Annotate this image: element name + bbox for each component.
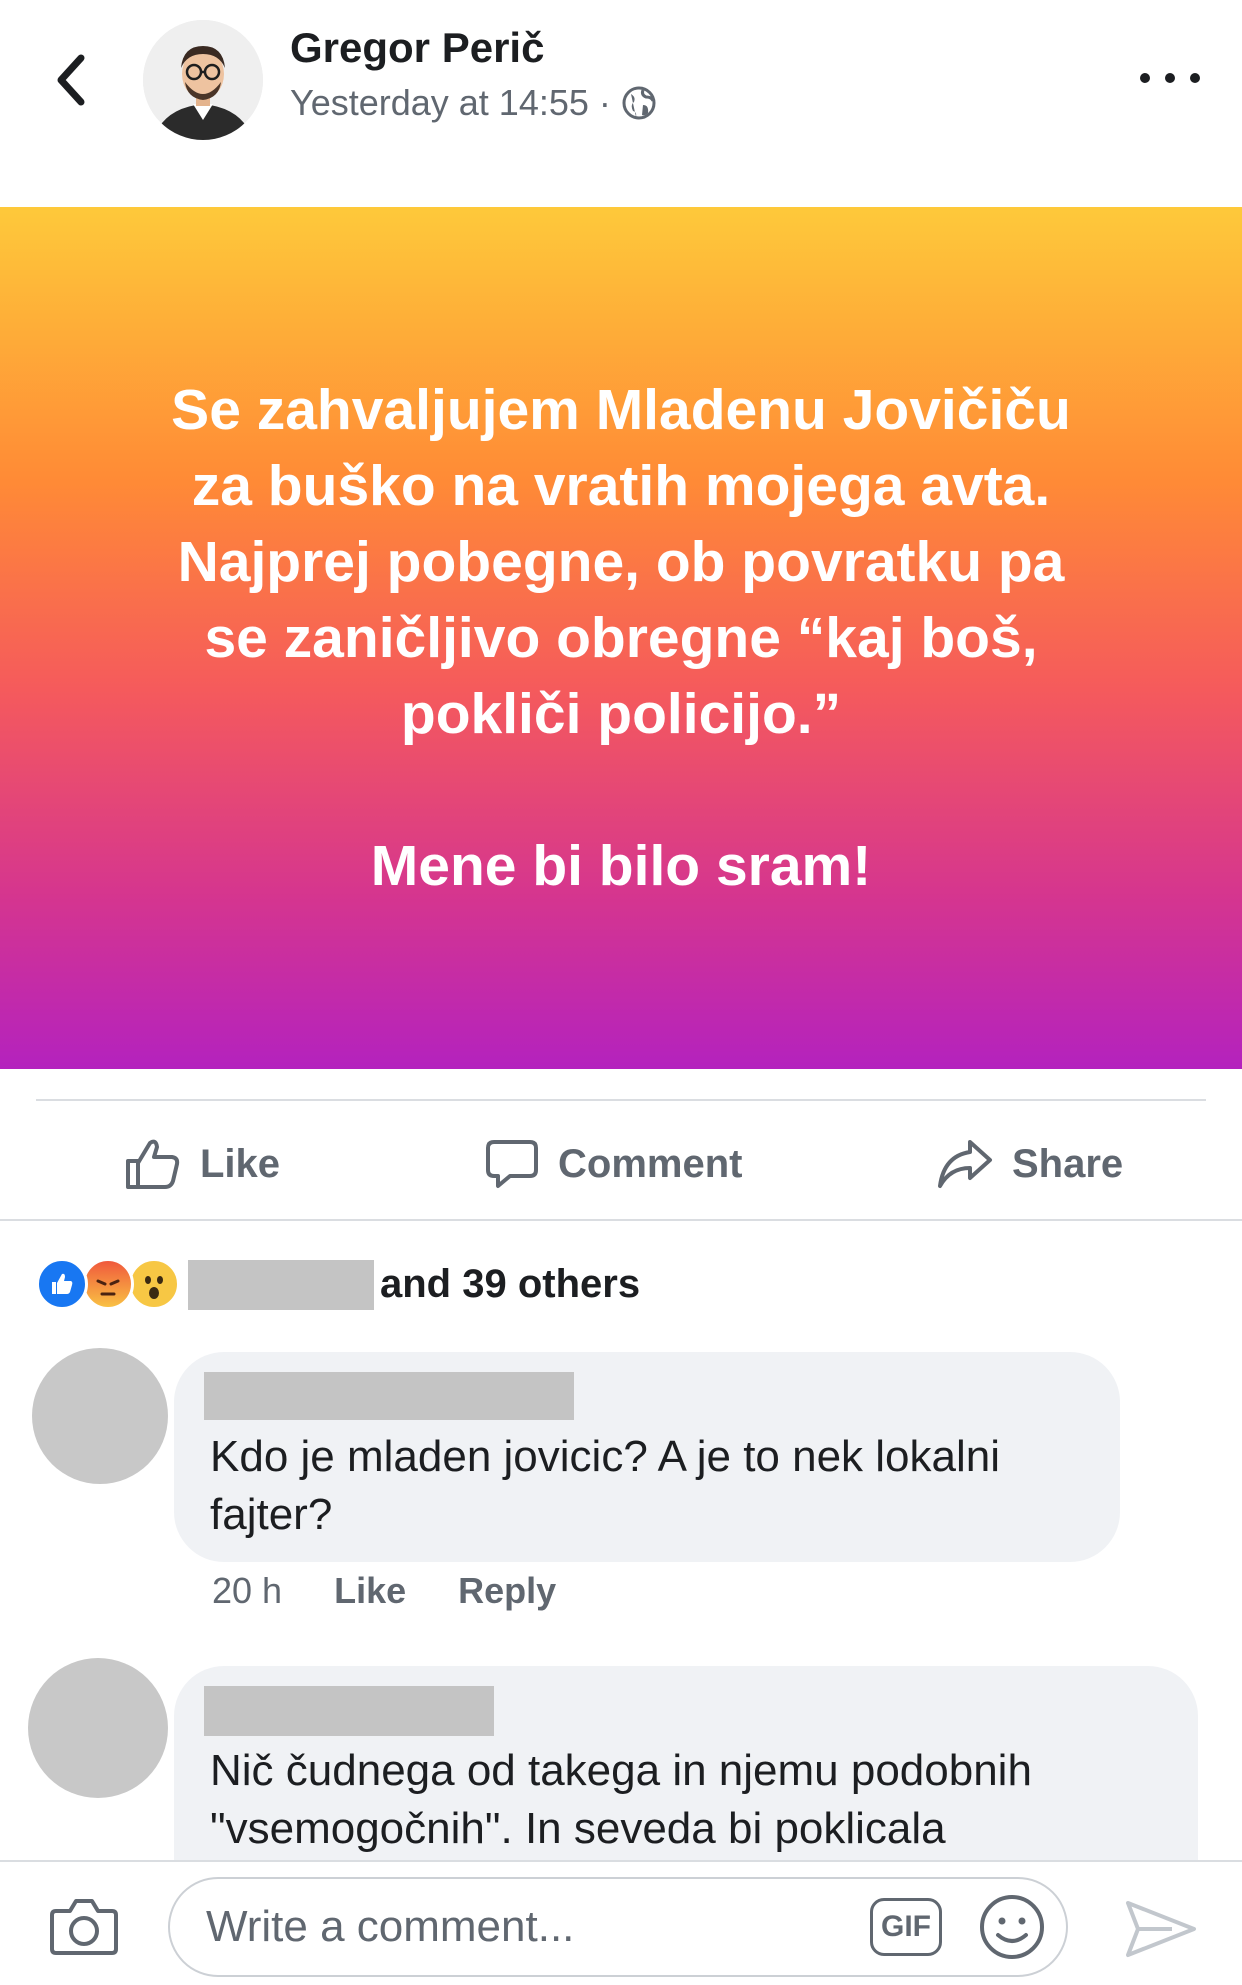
send-icon — [1126, 1901, 1196, 1957]
comment-input-placeholder: Write a comment... — [206, 1902, 575, 1951]
like-label: Like — [200, 1141, 281, 1186]
back-button[interactable] — [40, 50, 100, 110]
redacted-commenter-name[interactable] — [204, 1686, 494, 1736]
like-reaction-icon — [36, 1258, 88, 1310]
more-options-button[interactable] — [1140, 60, 1200, 96]
divider — [36, 1099, 1206, 1101]
smiley-icon — [980, 1895, 1044, 1959]
share-button[interactable]: Share — [936, 1128, 1123, 1200]
author-avatar[interactable] — [143, 20, 263, 140]
reactions-summary[interactable]: and 39 others — [380, 1258, 640, 1310]
more-dot-icon — [1140, 73, 1150, 83]
commenter-avatar[interactable] — [32, 1348, 168, 1484]
post-timestamp[interactable]: Yesterday at 14:55 — [290, 82, 589, 124]
comment-meta: 20 h Like Reply — [212, 1570, 556, 1612]
emoji-button[interactable] — [978, 1893, 1046, 1961]
comment-text: Nič čudnega od takega in njemu podobnih … — [210, 1746, 1032, 1853]
send-button[interactable] — [1122, 1897, 1198, 1961]
angry-reaction-icon — [82, 1258, 134, 1310]
comment-reply-link[interactable]: Reply — [458, 1570, 556, 1612]
author-name[interactable]: Gregor Perič — [290, 24, 544, 72]
comment-time: 20 h — [212, 1570, 283, 1611]
post-meta: Yesterday at 14:55 · — [290, 82, 657, 124]
thumbs-up-icon — [126, 1139, 180, 1189]
post-text: Se zahvaljujem Mladenu Jovičiču za buško… — [171, 378, 1071, 746]
share-label: Share — [1012, 1141, 1124, 1186]
globe-icon — [622, 86, 656, 120]
meta-separator: · — [598, 82, 611, 123]
redacted-commenter-name[interactable] — [204, 1372, 574, 1420]
comment-button[interactable]: Comment — [484, 1128, 742, 1200]
like-button[interactable]: Like — [124, 1128, 280, 1200]
more-dot-icon — [1190, 73, 1200, 83]
share-arrow-icon — [938, 1140, 992, 1188]
author-photo — [143, 20, 263, 140]
wow-reaction-icon — [128, 1258, 180, 1310]
commenter-avatar[interactable] — [28, 1658, 168, 1798]
comment-label: Comment — [558, 1141, 743, 1186]
comment-like-link[interactable]: Like — [334, 1570, 406, 1612]
gif-button[interactable]: GIF — [870, 1898, 942, 1956]
gif-label: GIF — [881, 1910, 931, 1943]
comment-text: Kdo je mladen jovicic? A je to nek lokal… — [210, 1432, 1001, 1539]
speech-bubble-icon — [486, 1140, 538, 1188]
camera-icon — [50, 1899, 118, 1955]
more-dot-icon — [1165, 73, 1175, 83]
post-closing-text: Mene bi bilo sram! — [370, 834, 872, 898]
redacted-name — [188, 1260, 374, 1310]
chevron-left-icon — [57, 54, 85, 106]
reaction-icons[interactable] — [36, 1258, 180, 1310]
camera-button[interactable] — [48, 1895, 120, 1959]
divider — [0, 1219, 1242, 1221]
